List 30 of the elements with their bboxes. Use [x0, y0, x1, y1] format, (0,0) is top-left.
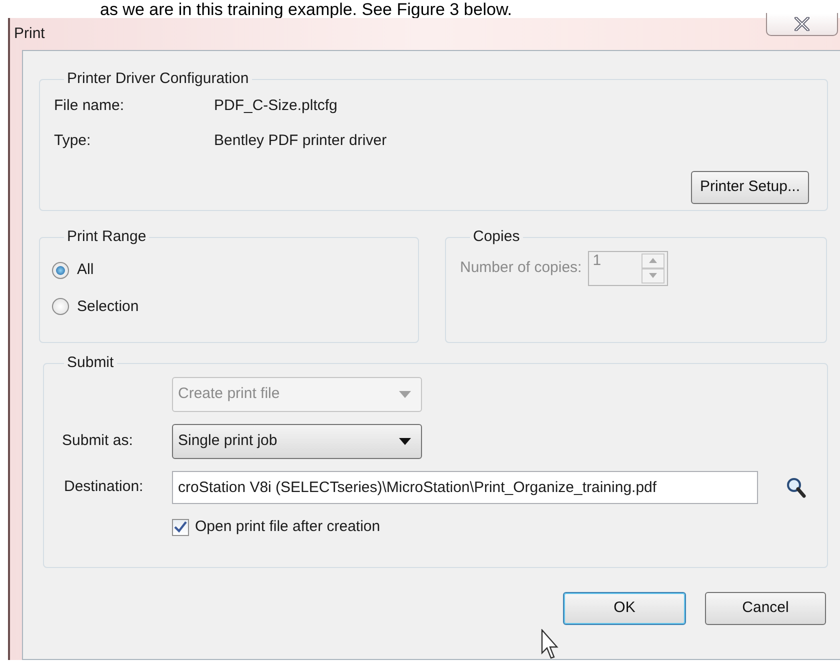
spin-arrows-icon — [640, 252, 667, 285]
window-title: Print — [14, 24, 45, 44]
group-title: Submit — [66, 355, 115, 371]
field-label: Submit as: — [61, 431, 134, 452]
ok-button[interactable]: OK — [563, 592, 686, 625]
destination-field[interactable]: croStation V8i (SELECTseries)\MicroStation\Print_Organize_training.pdf — [172, 471, 758, 504]
field-label: Type: — [53, 130, 92, 150]
field-label: Destination: — [63, 477, 144, 498]
field-label: File name: — [53, 96, 126, 116]
group-title: Printer Driver Configuration — [66, 71, 250, 87]
field-value: PDF_C-Size.pltcfg — [214, 96, 338, 116]
close-button[interactable] — [766, 13, 838, 36]
group-title: Print Range — [66, 229, 148, 245]
field-value: Bentley PDF printer driver — [214, 130, 387, 150]
close-icon — [794, 17, 810, 31]
submit-as-dropdown[interactable]: Single print job — [172, 424, 422, 459]
caret-icon — [399, 391, 411, 398]
radio-button[interactable] — [52, 262, 69, 279]
option-label: Selection — [77, 296, 139, 316]
checkbox-label: Open print file after creation — [195, 517, 380, 537]
mouse-pointer-icon — [541, 629, 561, 661]
caret-icon — [399, 438, 411, 445]
printer-setup-button[interactable]: Printer Setup... — [690, 171, 809, 204]
checkbox[interactable] — [172, 518, 189, 536]
cancel-button[interactable]: Cancel — [705, 592, 826, 625]
search-icon[interactable] — [786, 476, 806, 498]
group-title: Copies — [472, 229, 521, 245]
radio-button[interactable] — [52, 298, 69, 316]
option-label: All — [77, 260, 94, 280]
field-label: Number of copies: — [460, 258, 582, 278]
